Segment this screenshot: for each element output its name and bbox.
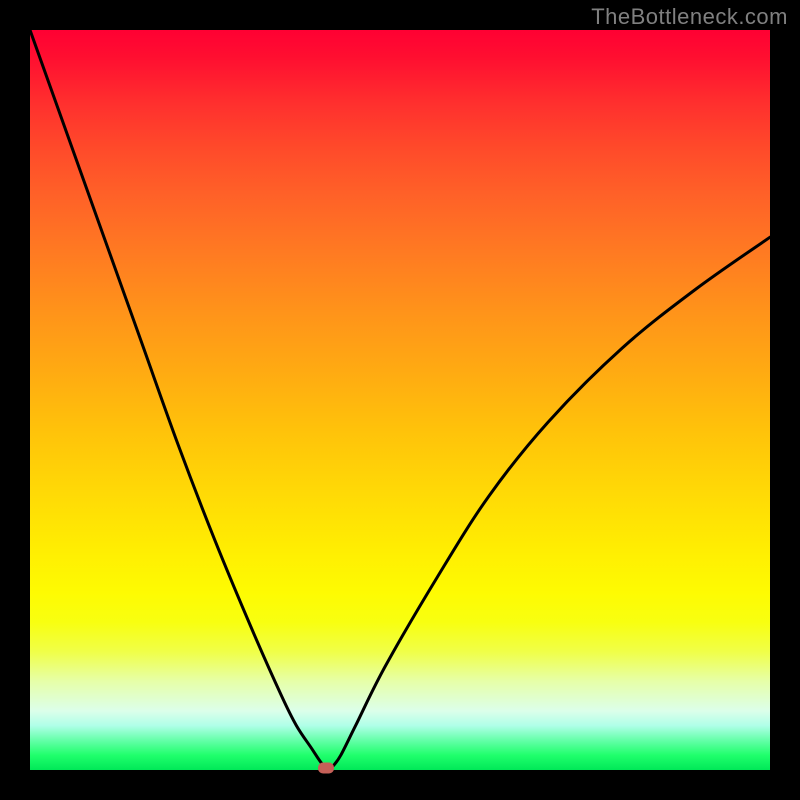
curve-layer [30,30,770,770]
outer-frame: TheBottleneck.com [0,0,800,800]
watermark-text: TheBottleneck.com [591,4,788,30]
bottleneck-curve [30,30,770,769]
minimum-marker [318,762,334,773]
